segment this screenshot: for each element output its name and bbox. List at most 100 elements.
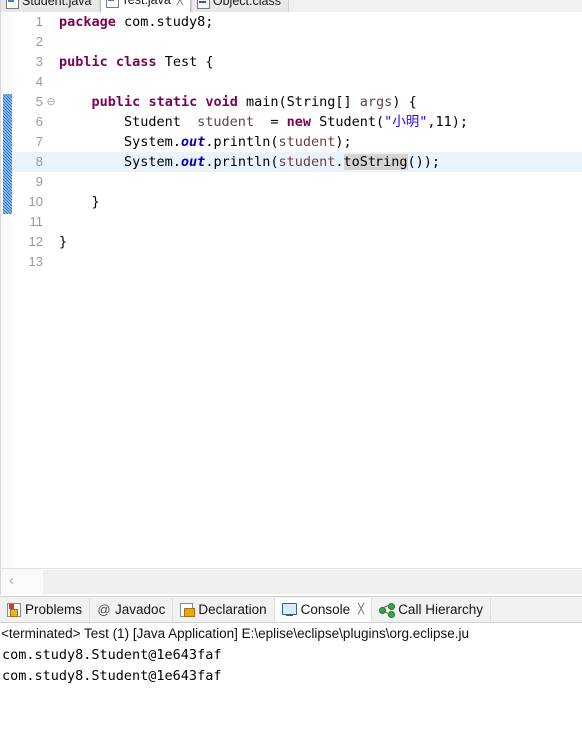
code-token: com.study8; xyxy=(115,14,214,30)
code-line[interactable]: 13 xyxy=(12,252,582,272)
editor-tab-label: Student.java xyxy=(22,0,92,8)
code-token: . xyxy=(335,154,344,170)
line-number: 4 xyxy=(35,74,43,89)
bottom-tab-label: Console xyxy=(300,602,351,617)
console-status-line: <terminated> Test (1) [Java Application]… xyxy=(0,623,582,644)
code-line-text: System.out.println(student); xyxy=(59,132,352,152)
code-line[interactable]: 6 Student student = new Student("小明",11)… xyxy=(12,112,582,132)
code-line[interactable]: 7 System.out.println(student); xyxy=(12,132,582,152)
class-file-icon xyxy=(196,0,210,9)
code-line[interactable]: 2 xyxy=(12,32,582,52)
code-token: System. xyxy=(59,134,181,150)
bottom-tab-bar: Problems @ Javadoc Declaration Console ╳ Call … xyxy=(0,596,582,623)
line-number: 5 xyxy=(35,94,43,109)
code-token: student xyxy=(197,114,255,130)
code-line[interactable]: 9 xyxy=(12,172,582,192)
console-output[interactable]: com.study8.Student@1e643faf com.study8.St… xyxy=(0,644,582,687)
java-file-icon xyxy=(6,0,19,9)
code-token: } xyxy=(59,194,100,210)
code-line[interactable]: 10 } xyxy=(12,192,582,212)
code-line-text: package com.study8; xyxy=(59,12,213,32)
code-line[interactable]: 8 System.out.println(student.toString())… xyxy=(12,152,582,172)
code-token: static xyxy=(148,94,198,110)
code-token: student xyxy=(278,154,336,170)
code-token: toSt xyxy=(343,154,377,170)
code-line-text: public class Test { xyxy=(59,52,213,72)
code-line-text: } xyxy=(59,232,67,252)
code-token: public xyxy=(91,94,141,110)
code-token: package xyxy=(59,14,116,30)
console-output-line: com.study8.Student@1e643faf xyxy=(2,668,222,684)
line-number: 13 xyxy=(28,254,43,269)
editor-tab-label: Test.java xyxy=(121,0,171,7)
code-token: ring xyxy=(375,154,408,170)
editor-change-bar-gutter xyxy=(2,12,12,568)
code-token: ,11); xyxy=(427,114,469,130)
code-token: .println( xyxy=(205,154,279,170)
editor-horizontal-scrollbar[interactable]: ‹ xyxy=(0,568,582,595)
line-number: 1 xyxy=(35,14,43,29)
line-number: 7 xyxy=(35,134,43,149)
line-number: 2 xyxy=(35,34,43,49)
scrollbar-track[interactable] xyxy=(43,570,582,594)
code-token: ); xyxy=(335,134,352,150)
code-line[interactable]: 1 package com.study8; xyxy=(12,12,582,32)
scroll-left-arrow-icon[interactable]: ‹ xyxy=(9,573,14,589)
code-line[interactable]: 5 ⊖ public static void main(String[] args… xyxy=(12,92,582,112)
code-line[interactable]: 3 public class Test { xyxy=(12,52,582,72)
problems-icon xyxy=(7,602,21,617)
editor-tab-test-java[interactable]: Test.java ╳ xyxy=(99,0,191,12)
code-token: void xyxy=(205,94,238,110)
declaration-icon xyxy=(180,602,196,617)
code-token: Student xyxy=(59,114,198,130)
bottom-tab-label: Declaration xyxy=(198,602,267,617)
code-line-text: System.out.println(student.toString()); xyxy=(59,152,440,172)
line-number: 6 xyxy=(35,114,43,129)
close-icon[interactable]: ╳ xyxy=(358,604,364,615)
bottom-tab-label: Javadoc xyxy=(115,602,166,617)
code-line-text: public static void main(String[] args) { xyxy=(59,92,417,112)
code-line[interactable]: 11 xyxy=(12,212,582,232)
bottom-view-panel: Problems @ Javadoc Declaration Console ╳ Call … xyxy=(0,596,582,749)
console-output-line: com.study8.Student@1e643faf xyxy=(2,647,222,663)
code-token: ()); xyxy=(407,154,441,170)
java-file-icon xyxy=(105,0,119,8)
editor-tab-student-java[interactable]: Student.java xyxy=(0,0,100,12)
code-text-area[interactable]: 1 package com.study8; 2 3 public class Test … xyxy=(12,12,582,568)
code-fold-collapse-icon[interactable]: ⊖ xyxy=(45,92,57,112)
code-token: public xyxy=(59,54,108,70)
bottom-tab-call-hierarchy[interactable]: Call Hierarchy xyxy=(372,597,491,622)
code-token: main(String[] xyxy=(237,94,360,110)
bottom-tab-label: Problems xyxy=(25,602,83,617)
line-number: 9 xyxy=(35,174,43,189)
code-token: = xyxy=(254,114,287,130)
close-icon[interactable]: ╳ xyxy=(177,0,183,6)
line-number: 11 xyxy=(29,214,44,229)
code-token: out xyxy=(180,154,206,170)
code-line[interactable]: 12} xyxy=(12,232,582,252)
code-token: ) { xyxy=(392,94,417,110)
code-token: Test { xyxy=(156,54,214,70)
code-token: Student( xyxy=(310,114,385,130)
code-token: class xyxy=(115,54,157,70)
code-line[interactable]: 4 xyxy=(12,72,582,92)
editor-tab-object-class[interactable]: Object.class xyxy=(190,0,289,12)
change-bar-indicator xyxy=(3,94,12,214)
eclipse-ide-window: Student.java Test.java ╳ Object.class 1 pack… xyxy=(0,0,582,749)
bottom-tab-javadoc[interactable]: @ Javadoc xyxy=(90,597,174,622)
line-number: 3 xyxy=(35,54,43,69)
line-number: 8 xyxy=(35,154,43,169)
bottom-tab-console[interactable]: Console ╳ xyxy=(274,597,373,622)
code-line-text: } xyxy=(59,192,100,212)
bottom-tab-problems[interactable]: Problems xyxy=(0,597,91,622)
console-icon xyxy=(281,602,297,617)
code-token: args xyxy=(359,94,393,110)
bottom-tab-declaration[interactable]: Declaration xyxy=(173,597,275,622)
code-token: } xyxy=(59,234,68,250)
call-hierarchy-icon xyxy=(379,602,396,618)
code-token: out xyxy=(180,134,206,150)
code-token: System. xyxy=(59,154,181,170)
code-editor[interactable]: 1 package com.study8; 2 3 public class Test … xyxy=(0,12,582,568)
